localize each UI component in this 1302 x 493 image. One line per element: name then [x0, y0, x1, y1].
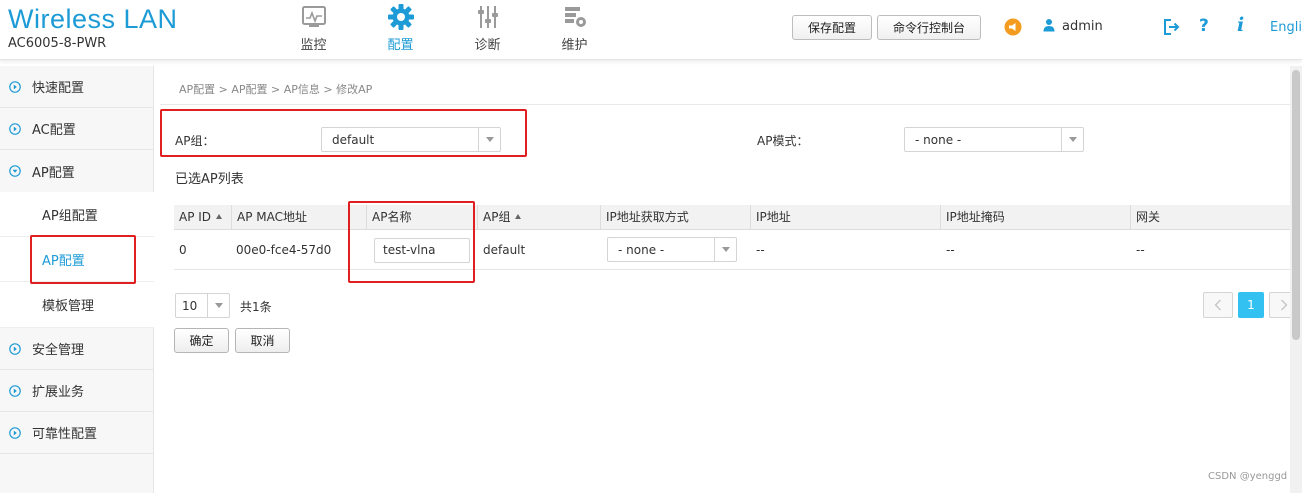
- sidebar-subitem-ap-config[interactable]: AP配置: [0, 237, 154, 282]
- brand-title: Wireless LAN: [8, 4, 178, 34]
- ip-method-value: - none -: [618, 242, 665, 257]
- scrollbar-thumb[interactable]: [1292, 70, 1300, 340]
- ap-mode-select[interactable]: - none -: [904, 127, 1084, 152]
- chevron-down-icon: [1061, 128, 1083, 151]
- user-menu[interactable]: admin: [1042, 18, 1103, 35]
- chevron-right-icon: [9, 426, 21, 439]
- sidebar-subitem-ap-group-config[interactable]: AP组配置: [0, 192, 154, 237]
- cli-console-button[interactable]: 命令行控制台: [877, 15, 981, 40]
- user-icon: [1042, 18, 1056, 35]
- sidebar: 快速配置 AC配置 AP配置 AP组配置 AP配置 模板管理 安全管理 扩展业务…: [0, 66, 154, 493]
- watermark: CSDN @yenggd: [1208, 471, 1288, 482]
- username: admin: [1062, 19, 1103, 34]
- sliders-icon: [474, 3, 502, 31]
- nav-monitor-label: 监控: [300, 38, 327, 53]
- nav-diagnose-label: 诊断: [474, 38, 501, 53]
- table-header: AP ID AP MAC地址 AP名称 AP组 IP地址获取方式 IP地址 IP…: [174, 205, 1290, 230]
- nav-maintain[interactable]: 维护: [531, 0, 618, 60]
- notice-icon[interactable]: [1004, 18, 1022, 36]
- chevron-right-icon: [9, 122, 21, 135]
- nav-monitor[interactable]: 监控: [270, 0, 357, 60]
- ap-group-value: default: [332, 132, 375, 147]
- chevron-down-icon: [9, 165, 21, 177]
- cell-ap-group: default: [483, 243, 526, 257]
- nav-config[interactable]: 配置: [357, 0, 444, 60]
- ap-group-label: AP组：: [175, 134, 215, 148]
- prev-page-button[interactable]: [1203, 292, 1233, 318]
- top-header: Wireless LAN AC6005-8-PWR 监控 配置 诊断 维护 保存…: [0, 0, 1302, 60]
- col-ap-name: AP名称: [366, 205, 477, 230]
- confirm-button[interactable]: 确定: [174, 328, 229, 353]
- chevron-right-icon: [9, 80, 21, 93]
- cell-ip-mask: --: [946, 243, 955, 257]
- page-size-value: 10: [182, 298, 198, 313]
- chevron-down-icon: [207, 294, 229, 317]
- col-gateway: 网关: [1130, 205, 1290, 230]
- sidebar-item-label: AP配置: [32, 165, 75, 181]
- col-ip-mask: IP地址掩码: [940, 205, 1130, 230]
- device-model: AC6005-8-PWR: [8, 36, 107, 51]
- save-config-button[interactable]: 保存配置: [792, 15, 872, 40]
- sidebar-item-reliability[interactable]: 可靠性配置: [0, 412, 154, 454]
- chevron-right-icon: [9, 342, 21, 355]
- brand: Wireless LAN AC6005-8-PWR: [8, 4, 178, 51]
- cell-gateway: --: [1136, 243, 1145, 257]
- monitor-icon: [300, 3, 328, 31]
- breadcrumb-divider: [160, 104, 1290, 105]
- col-ap-id[interactable]: AP ID: [174, 205, 229, 230]
- ap-name-input[interactable]: test-vlna: [374, 238, 470, 263]
- sidebar-item-ac-config[interactable]: AC配置: [0, 108, 154, 150]
- sidebar-subitem-template-manage[interactable]: 模板管理: [0, 282, 154, 328]
- col-ap-mac: AP MAC地址: [231, 205, 348, 230]
- cell-ap-mac: 00e0-fce4-57d0: [236, 243, 332, 257]
- chevron-right-icon: [1281, 299, 1288, 311]
- maintenance-icon: [561, 3, 589, 31]
- sidebar-item-label: AC配置: [32, 123, 76, 138]
- sidebar-item-extended-services[interactable]: 扩展业务: [0, 370, 154, 412]
- sidebar-item-quick-config[interactable]: 快速配置: [0, 66, 154, 108]
- ip-method-select[interactable]: - none -: [607, 237, 737, 262]
- page-button-current[interactable]: 1: [1238, 292, 1264, 318]
- breadcrumb: AP配置 > AP配置 > AP信息 > 修改AP: [179, 83, 373, 96]
- col-ip-address: IP地址: [750, 205, 940, 230]
- col-ap-group[interactable]: AP组: [477, 205, 600, 230]
- cell-ap-id: 0: [179, 243, 187, 257]
- sidebar-item-label: 安全管理: [32, 343, 85, 358]
- total-count: 共1条: [240, 300, 272, 314]
- language-switch[interactable]: English: [1270, 20, 1302, 35]
- sidebar-subitem-label: AP组配置: [42, 208, 98, 224]
- table-row: 0 00e0-fce4-57d0 test-vlna default - non…: [174, 231, 1290, 270]
- sidebar-item-security[interactable]: 安全管理: [0, 328, 154, 370]
- sidebar-subitem-label: 模板管理: [42, 299, 95, 314]
- ap-group-select[interactable]: default: [321, 127, 501, 152]
- sidebar-item-label: 可靠性配置: [32, 427, 98, 442]
- main-nav: 监控 配置 诊断 维护: [270, 0, 618, 60]
- sidebar-item-label: 扩展业务: [32, 385, 85, 400]
- gear-icon: [387, 3, 415, 31]
- nav-diagnose[interactable]: 诊断: [444, 0, 531, 60]
- nav-maintain-label: 维护: [561, 38, 588, 53]
- sort-up-icon: [515, 214, 522, 219]
- cancel-button[interactable]: 取消: [235, 328, 290, 353]
- chevron-down-icon: [714, 238, 736, 261]
- sort-up-icon: [216, 214, 223, 219]
- selected-ap-list-title: 已选AP列表: [175, 172, 244, 187]
- sidebar-subitem-label: AP配置: [42, 253, 85, 269]
- logout-icon[interactable]: [1162, 18, 1180, 36]
- nav-config-label: 配置: [387, 38, 414, 53]
- help-icon[interactable]: ?: [1199, 16, 1209, 36]
- ap-mode-label: AP模式：: [757, 134, 809, 148]
- info-icon[interactable]: i: [1237, 14, 1244, 36]
- chevron-down-icon: [478, 128, 500, 151]
- sidebar-item-label: 快速配置: [32, 81, 85, 96]
- col-ip-method: IP地址获取方式: [600, 205, 750, 230]
- cell-ip-address: --: [756, 243, 765, 257]
- page-size-select[interactable]: 10: [175, 293, 230, 318]
- ap-mode-value: - none -: [915, 132, 962, 147]
- chevron-left-icon: [1214, 299, 1221, 311]
- chevron-right-icon: [9, 384, 21, 397]
- sidebar-item-ap-config[interactable]: AP配置: [0, 150, 154, 192]
